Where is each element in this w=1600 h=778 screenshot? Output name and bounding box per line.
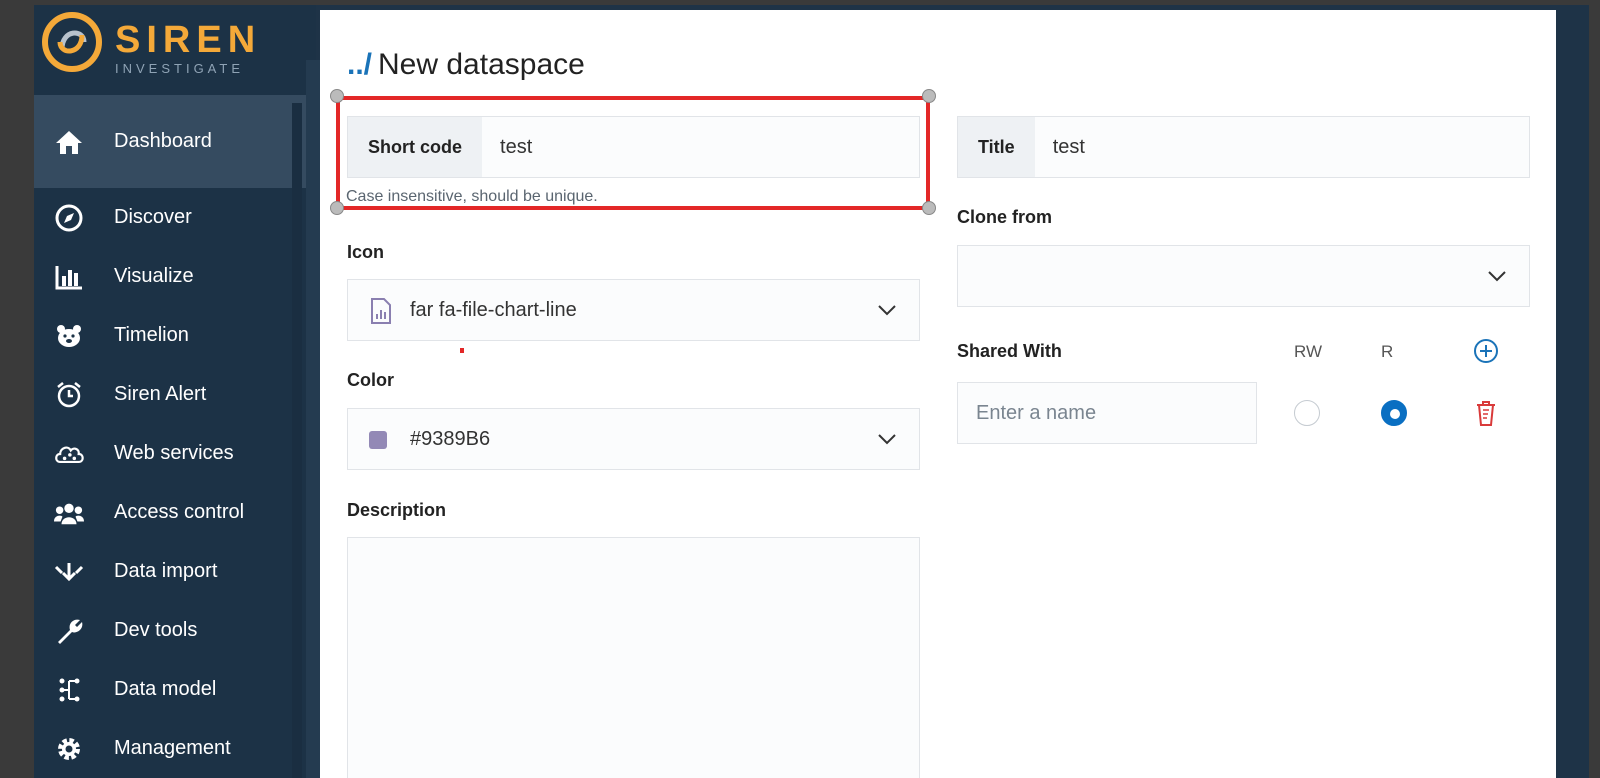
sidebar-item-web-services[interactable]: Web services [34,424,316,483]
annotation-handle[interactable] [922,89,936,103]
shared-with-label: Shared With [957,341,1062,361]
new-dataspace-modal: ../New dataspace Short code test Case in… [320,10,1556,778]
sidebar-item-label: Timelion [114,324,189,346]
users-icon [54,498,84,528]
color-swatch [369,431,387,449]
sidebar-item-dashboard[interactable]: Dashboard [34,95,316,188]
sidebar-item-label: Access control [114,501,245,523]
sidebar-item-label: Web services [114,442,234,464]
logo-text: SIREN [115,19,262,61]
siren-logo[interactable]: SIREN INVESTIGATE [39,9,279,79]
home-icon [54,127,84,157]
sidebar-item-siren-alert[interactable]: Siren Alert [34,365,316,424]
bear-icon [54,321,84,351]
description-textarea[interactable] [347,537,920,778]
color-select[interactable]: #9389B6 [347,408,920,470]
clone-from-label: Clone from [957,207,1053,227]
cloud-network-icon [54,439,84,469]
sidebar: SIREN INVESTIGATE Dashboard Discover Vis… [34,5,316,778]
import-icon [54,557,84,587]
title-input[interactable]: test [1034,117,1529,177]
background-panel [306,60,320,778]
back-link[interactable]: ../ [347,48,372,81]
chevron-down-icon [1487,266,1507,286]
modal-title-text: New dataspace [378,48,585,81]
icon-select[interactable]: far fa-file-chart-line [347,279,920,341]
annotation-handle[interactable] [330,89,344,103]
sidebar-item-label: Dev tools [114,619,198,641]
add-share-icon[interactable] [1473,338,1499,369]
r-radio[interactable] [1381,400,1407,426]
icon-label: Icon [347,242,385,262]
sidebar-item-label: Visualize [114,265,194,287]
clone-from-select[interactable] [957,245,1530,307]
icon-select-value: far fa-file-chart-line [410,298,577,321]
title-label: Title [958,117,1035,177]
description-label: Description [347,500,447,520]
title-field: Title test [957,116,1530,178]
sidebar-item-timelion[interactable]: Timelion [34,306,316,365]
bar-chart-icon [54,262,84,292]
sidebar-nav: Dashboard Discover Visualize Timelion Si… [34,95,316,778]
sidebar-item-label: Discover [114,206,192,228]
sidebar-item-label: Dashboard [114,130,212,152]
color-select-value: #9389B6 [410,427,491,450]
compass-icon [54,203,84,233]
sidebar-item-data-model[interactable]: Data model [34,660,316,719]
siren-logo-icon [42,12,102,72]
sidebar-item-discover[interactable]: Discover [34,188,316,247]
app-frame: SIREN INVESTIGATE Dashboard Discover Vis… [34,5,1589,778]
gear-icon [54,734,84,764]
sidebar-item-data-import[interactable]: Data import [34,542,316,601]
sidebar-item-label: Data model [114,678,217,700]
annotation-handle[interactable] [330,201,344,215]
chevron-down-icon [877,300,897,320]
rw-radio[interactable] [1294,400,1320,426]
sidebar-item-label: Data import [114,560,218,582]
share-name-input[interactable]: Enter a name [957,382,1257,444]
chevron-down-icon [877,429,897,449]
share-name-placeholder: Enter a name [976,401,1097,424]
trash-icon[interactable] [1474,399,1498,432]
annotation-highlight-box [336,96,930,210]
data-model-icon [54,675,84,705]
logo-subtext: INVESTIGATE [115,61,244,76]
r-column-header: R [1381,342,1394,361]
sidebar-item-management[interactable]: Management [34,719,316,778]
alarm-clock-icon [54,380,84,410]
annotation-handle[interactable] [922,201,936,215]
color-label: Color [347,370,394,390]
sidebar-item-label: Siren Alert [114,383,207,405]
page-title: ../New dataspace [347,48,585,82]
sidebar-item-label: Management [114,737,231,759]
rw-column-header: RW [1294,342,1323,361]
file-chart-line-icon [370,298,392,330]
sidebar-item-access-control[interactable]: Access control [34,483,316,542]
sidebar-item-visualize[interactable]: Visualize [34,247,316,306]
wrench-icon [54,616,84,646]
sidebar-item-dev-tools[interactable]: Dev tools [34,601,316,660]
sidebar-scrollbar[interactable] [292,103,302,778]
annotation-dot [460,348,464,353]
